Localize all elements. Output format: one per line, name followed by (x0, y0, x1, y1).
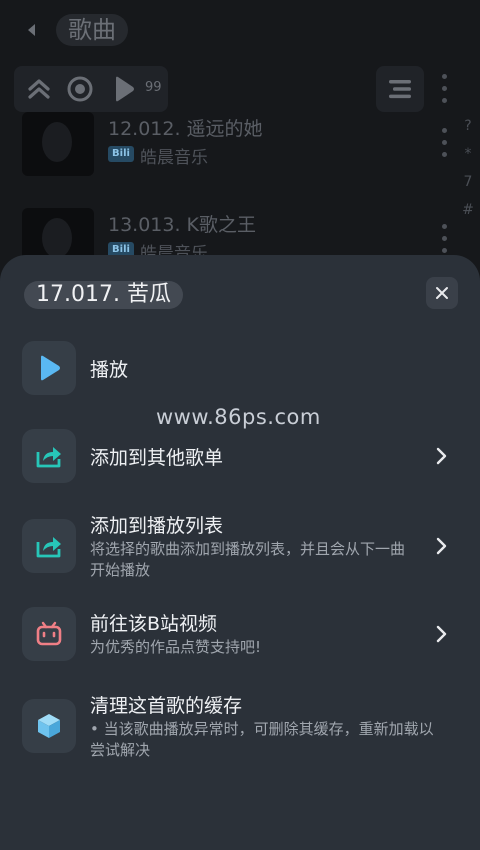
collapse-up-icon[interactable] (24, 74, 54, 104)
cube-icon (38, 714, 60, 738)
menu-item-label: 清理这首歌的缓存 (90, 695, 243, 717)
share-icon (36, 537, 61, 558)
menu-item-play[interactable]: 播放 (0, 341, 480, 395)
header: 歌曲 (0, 0, 480, 62)
back-icon[interactable] (22, 20, 42, 40)
close-icon (436, 287, 448, 299)
menu-item-add-to-queue[interactable]: 添加到播放列表 将选择的歌曲添加到播放列表，并且会从下一曲开始播放 (0, 515, 480, 579)
share-icon (36, 447, 61, 468)
song-options-sheet: 17.017. 苦瓜 www.86ps.com 播放 添加到其他歌单 添加到播放… (0, 255, 480, 850)
play-icon (41, 355, 60, 381)
menu-item-description: 将选择的歌曲添加到播放列表，并且会从下一曲开始播放 (90, 540, 406, 579)
song-row[interactable]: 12.012. 遥远的她 Bili 皓晨音乐 (0, 112, 480, 198)
song-title: 13.013. K歌之王 (108, 214, 257, 236)
toolbar: 99 (14, 66, 168, 112)
menu-item-label: 播放 (90, 359, 129, 381)
menu-item-label: 前往该B站视频 (90, 613, 218, 635)
album-cover (22, 112, 94, 176)
bilibili-icon (36, 621, 62, 646)
chevron-right-icon (436, 537, 447, 555)
page-title: 歌曲 (56, 14, 128, 46)
menu-item-description: • 当该歌曲播放异常时，可删除其缓存，重新加载以尝试解决 (90, 720, 434, 759)
song-count: 99 (145, 80, 162, 95)
list-menu-button[interactable] (376, 66, 424, 112)
chevron-right-icon (436, 625, 447, 643)
song-more-icon[interactable] (442, 128, 448, 158)
more-icon[interactable] (442, 74, 448, 104)
bili-badge: Bili (108, 146, 134, 162)
menu-item-description: 为优秀的作品点赞支持吧! (90, 638, 262, 656)
song-artist: 皓晨音乐 (140, 148, 208, 168)
locate-icon[interactable] (65, 74, 95, 104)
close-button[interactable] (426, 277, 458, 309)
menu-item-bilibili-video[interactable]: 前往该B站视频 为优秀的作品点赞支持吧! (0, 607, 480, 661)
list-icon (389, 80, 411, 99)
song-title: 12.012. 遥远的她 (108, 118, 263, 140)
play-all-icon[interactable] (108, 74, 138, 104)
menu-item-clear-cache[interactable]: 清理这首歌的缓存 • 当该歌曲播放异常时，可删除其缓存，重新加载以尝试解决 (0, 695, 480, 759)
menu-item-label: 添加到播放列表 (90, 515, 224, 537)
menu-item-add-to-playlist[interactable]: 添加到其他歌单 (0, 429, 480, 483)
chevron-right-icon (436, 447, 447, 465)
menu-item-label: 添加到其他歌单 (90, 447, 224, 469)
song-more-icon[interactable] (442, 224, 448, 254)
watermark: www.86ps.com (156, 405, 321, 429)
sheet-title: 17.017. 苦瓜 (24, 281, 183, 309)
